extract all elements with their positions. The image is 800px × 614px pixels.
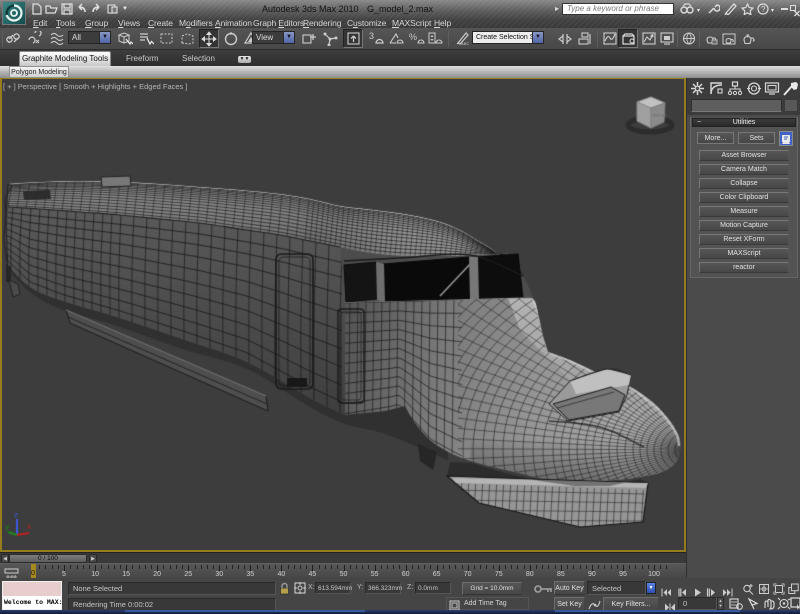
- svg-text:ABC: ABC: [461, 41, 469, 46]
- svg-text:%: %: [409, 32, 417, 42]
- svg-text:?: ?: [761, 5, 766, 14]
- svg-text:3: 3: [369, 31, 374, 41]
